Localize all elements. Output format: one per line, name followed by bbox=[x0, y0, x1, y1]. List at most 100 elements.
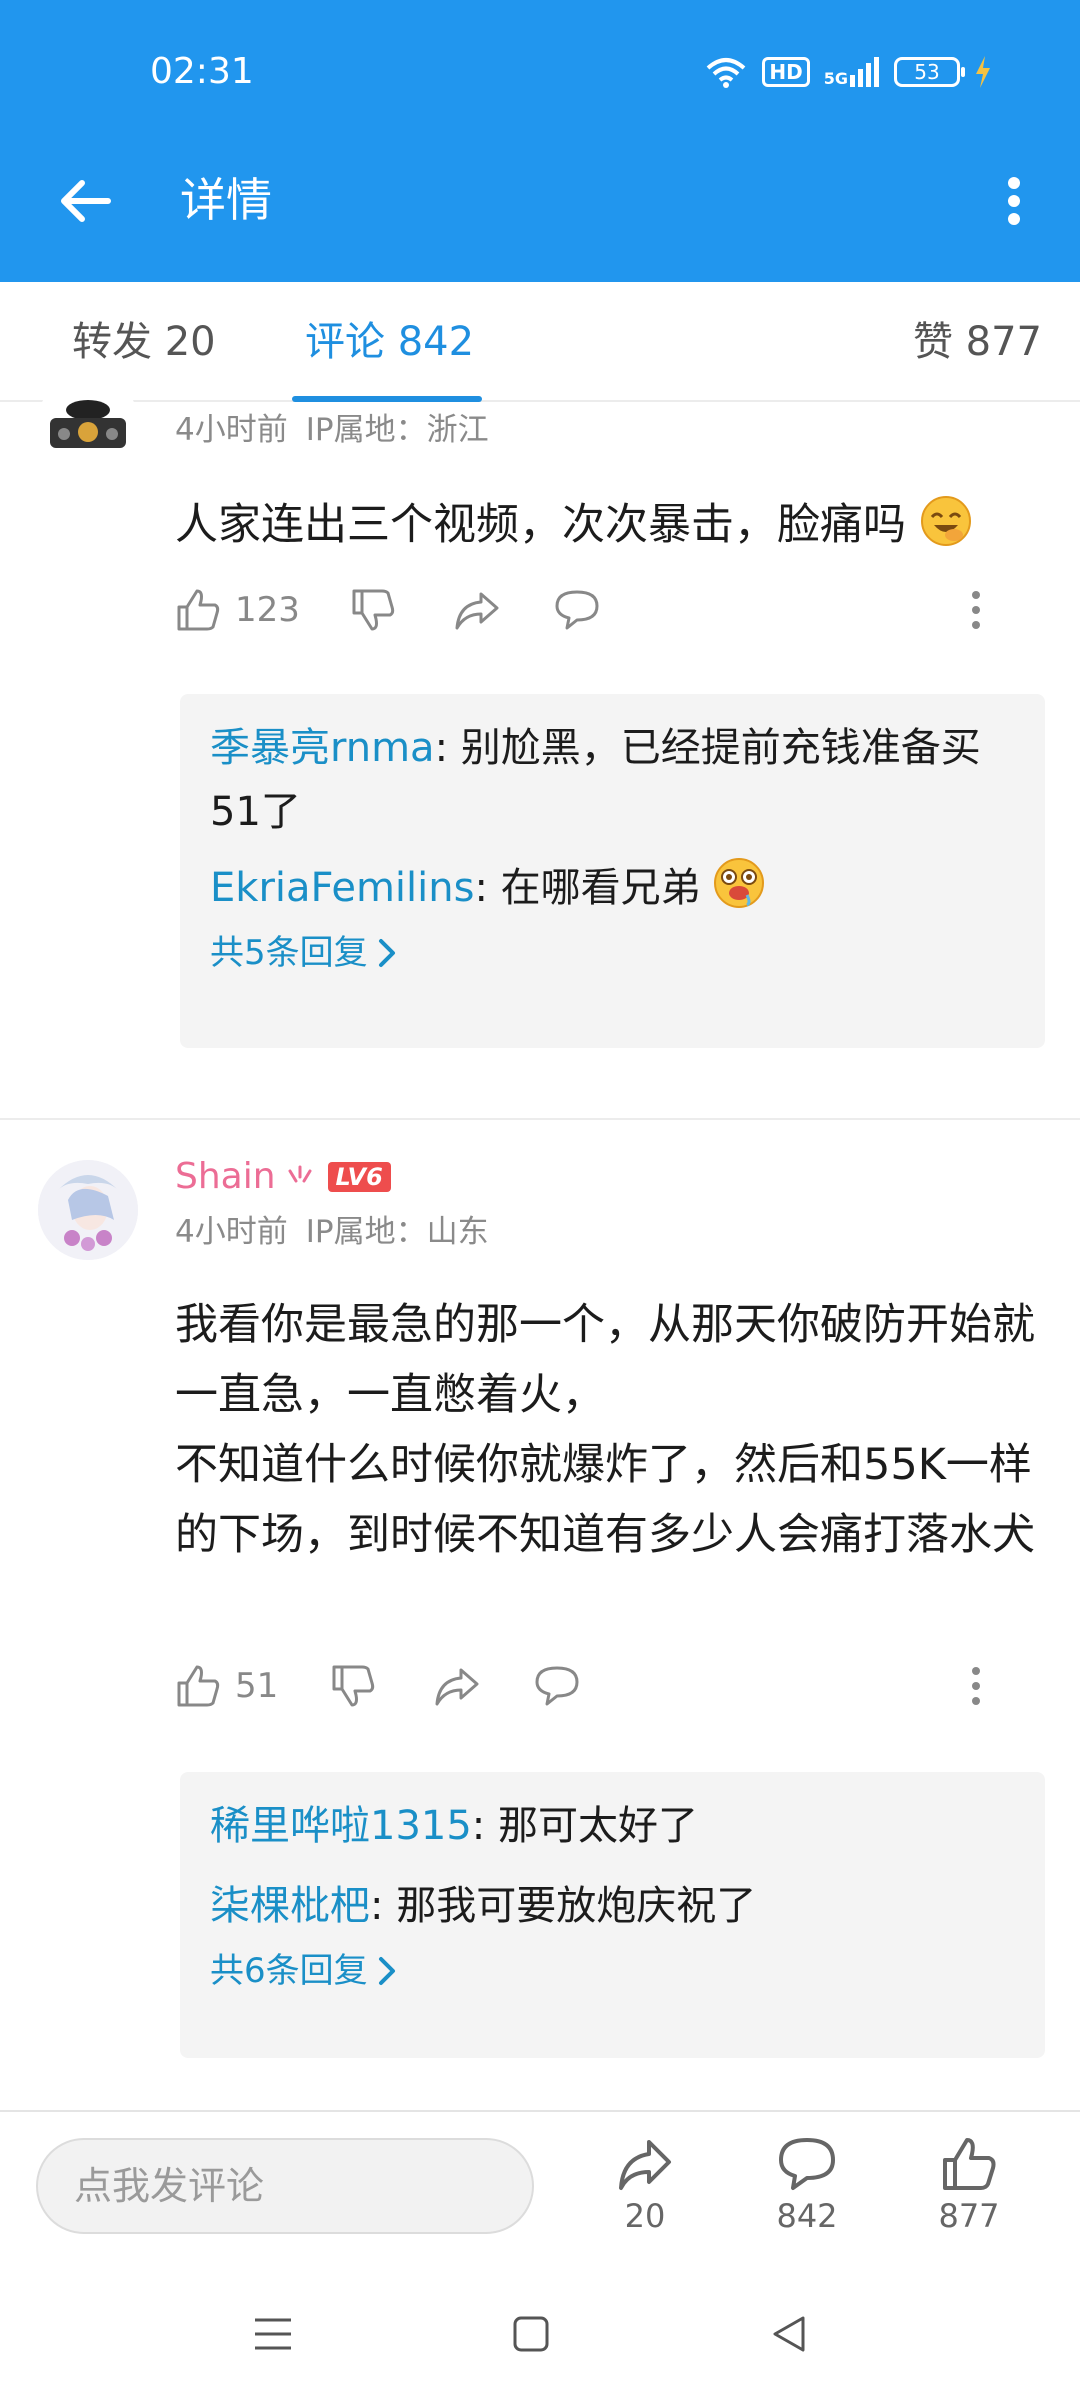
like-post-button[interactable]: 877 bbox=[914, 2136, 1024, 2236]
comment-bubble-icon bbox=[555, 590, 599, 630]
share-button[interactable] bbox=[433, 1656, 481, 1716]
comment-time: 4小时前 bbox=[175, 412, 288, 448]
network-label: 5G bbox=[823, 69, 848, 88]
comment-actions: 51 bbox=[175, 1656, 1025, 1716]
comment-time: 4小时前 bbox=[175, 1214, 288, 1250]
like-count: 123 bbox=[235, 590, 300, 630]
avatar-image bbox=[38, 1160, 138, 1260]
tab-comments[interactable]: 评论 842 bbox=[305, 316, 474, 368]
share-button[interactable] bbox=[453, 580, 501, 640]
share-icon bbox=[435, 1668, 479, 1706]
reply-item[interactable]: EkriaFemilins: 在哪看兄弟 bbox=[210, 856, 1015, 920]
drooling-face-icon bbox=[714, 858, 765, 908]
more-replies-label: 共5条回复 bbox=[210, 933, 368, 973]
reply-username[interactable]: EkriaFemilins bbox=[210, 865, 474, 911]
more-vertical-icon bbox=[972, 591, 980, 629]
battery-indicator: 53 bbox=[894, 57, 965, 87]
comment-input[interactable]: 点我发评论 bbox=[36, 2138, 534, 2234]
reply-item[interactable]: 稀里哗啦1315: 那可太好了 bbox=[210, 1794, 1015, 1858]
nav-back-button[interactable] bbox=[754, 2304, 824, 2364]
reply-item[interactable]: 季暴亮rnma: 别尬黑，已经提前充钱准备买51了 bbox=[210, 716, 1015, 844]
view-more-replies[interactable]: 共6条回复 bbox=[210, 1946, 1015, 1996]
comment-bubble-icon bbox=[535, 1666, 579, 1706]
view-more-replies[interactable]: 共5条回复 bbox=[210, 928, 1015, 978]
nav-home-button[interactable] bbox=[496, 2304, 566, 2364]
status-icons: HD 5G 53 bbox=[704, 50, 992, 94]
signal-group: 5G bbox=[824, 57, 880, 87]
square-icon bbox=[513, 2316, 549, 2352]
share-post-button[interactable]: 20 bbox=[590, 2136, 700, 2236]
laughing-face-icon bbox=[920, 496, 971, 546]
avatar[interactable] bbox=[38, 1160, 138, 1260]
replies-box: 季暴亮rnma: 别尬黑，已经提前充钱准备买51了 EkriaFemilins:… bbox=[180, 694, 1045, 1048]
comment-meta: 4小时前 IP属地：山东 bbox=[175, 1212, 489, 1252]
nav-menu-button[interactable] bbox=[238, 2304, 308, 2364]
page-title: 详情 bbox=[180, 173, 272, 227]
more-vertical-icon bbox=[972, 1667, 980, 1705]
reply-text: : 那我可要放炮庆祝了 bbox=[370, 1883, 757, 1929]
comment-post-button[interactable]: 842 bbox=[752, 2136, 862, 2236]
like-button[interactable]: 123 bbox=[175, 580, 300, 640]
reply-item[interactable]: 柒棵枇杷: 那我可要放炮庆祝了 bbox=[210, 1874, 1015, 1938]
reply-username[interactable]: 季暴亮rnma bbox=[210, 725, 435, 771]
more-replies-label: 共6条回复 bbox=[210, 1951, 368, 1991]
tab-repost[interactable]: 转发 20 bbox=[72, 316, 216, 368]
comment-text-block: 人家连出三个视频，次次暴击，脸痛吗 bbox=[175, 490, 1035, 560]
thumbs-up-icon bbox=[943, 2138, 996, 2190]
reply-username[interactable]: 稀里哗啦1315 bbox=[210, 1803, 472, 1849]
bottom-action-bar: 点我发评论 20 842 877 bbox=[0, 2110, 1080, 2270]
status-time: 02:31 bbox=[150, 51, 254, 92]
reply-text: : 那可太好了 bbox=[471, 1803, 698, 1849]
thumbs-down-icon bbox=[332, 1665, 375, 1707]
more-vertical-icon bbox=[1008, 177, 1020, 225]
share-icon bbox=[619, 2140, 671, 2190]
tab-likes[interactable]: 赞 877 bbox=[913, 316, 1042, 368]
share-icon bbox=[455, 592, 499, 630]
thumbs-up-icon bbox=[177, 589, 220, 631]
thumbs-down-icon bbox=[352, 589, 395, 631]
like-button[interactable]: 51 bbox=[175, 1656, 278, 1716]
comment-item: 4小时前 IP属地：浙江 人家连出三个视频，次次暴击，脸痛吗 123 季暴亮rn… bbox=[0, 372, 1080, 1118]
level-badge: LV6 bbox=[327, 1162, 391, 1192]
comment-username[interactable]: Shain LV6 bbox=[175, 1154, 391, 1200]
username-text: Shain bbox=[175, 1156, 276, 1197]
reply-button[interactable] bbox=[533, 1656, 581, 1716]
menu-icon bbox=[255, 2318, 291, 2350]
comment-ip: IP属地：山东 bbox=[305, 1214, 489, 1250]
more-options-button[interactable] bbox=[978, 165, 1050, 237]
avatar-image bbox=[38, 372, 138, 472]
like-count: 51 bbox=[235, 1666, 279, 1706]
wifi-icon bbox=[707, 58, 746, 88]
comment-meta: 4小时前 IP属地：浙江 bbox=[175, 410, 489, 450]
replies-box: 稀里哗啦1315: 那可太好了 柒棵枇杷: 那我可要放炮庆祝了 共6条回复 bbox=[180, 1772, 1045, 2058]
dislike-button[interactable] bbox=[330, 1656, 376, 1716]
thumbs-up-icon bbox=[177, 1665, 220, 1707]
comment-bubble-icon bbox=[779, 2138, 835, 2190]
comment-more-button[interactable] bbox=[970, 580, 982, 640]
comment-item: Shain LV6 4小时前 IP属地：山东 我看你是最急的那一个，从那天你破防开… bbox=[0, 1120, 1080, 2080]
triangle-back-icon bbox=[773, 2316, 805, 2352]
arrow-left-icon bbox=[61, 180, 111, 222]
reply-username[interactable]: 柒棵枇杷 bbox=[210, 1883, 370, 1929]
app-bar: 02:31 HD 5G 53 详情 bbox=[0, 0, 1080, 282]
dislike-button[interactable] bbox=[350, 580, 396, 640]
comment-text: 人家连出三个视频，次次暴击，脸痛吗 bbox=[175, 500, 906, 550]
hd-badge: HD bbox=[762, 57, 810, 87]
back-button[interactable] bbox=[48, 165, 120, 237]
like-count: 877 bbox=[938, 2197, 1000, 2235]
comment-actions: 123 bbox=[175, 580, 1025, 640]
system-nav-bar bbox=[0, 2270, 1080, 2400]
chevron-right-icon bbox=[378, 1957, 395, 1985]
charging-icon bbox=[976, 56, 990, 88]
comment-ip: IP属地：浙江 bbox=[305, 412, 489, 448]
comment-text: 我看你是最急的那一个，从那天你破防开始就一直急，一直憋着火， 不知道什么时候你就… bbox=[175, 1300, 1035, 1560]
reply-text: : 在哪看兄弟 bbox=[474, 865, 701, 911]
sparkle-icon bbox=[288, 1165, 312, 1183]
avatar[interactable] bbox=[38, 372, 138, 472]
chevron-right-icon bbox=[378, 939, 395, 967]
reply-button[interactable] bbox=[553, 580, 601, 640]
comment-more-button[interactable] bbox=[970, 1656, 982, 1716]
signal-icon bbox=[850, 57, 879, 87]
tab-bar: 转发 20 评论 842 赞 877 bbox=[0, 282, 1080, 402]
share-count: 20 bbox=[624, 2197, 666, 2235]
